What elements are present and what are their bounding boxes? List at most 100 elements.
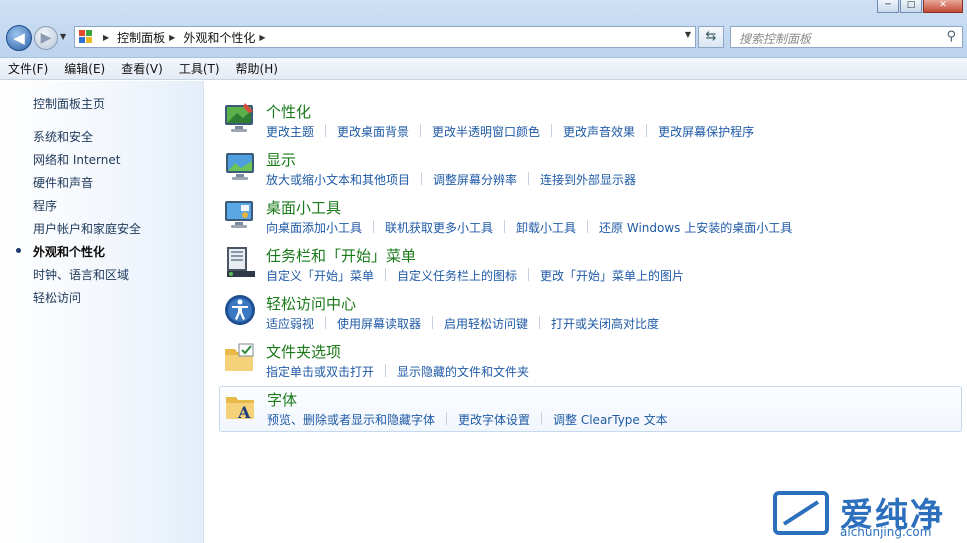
task-link[interactable]: 更改声音效果 xyxy=(563,123,635,140)
task-link[interactable]: 放大或缩小文本和其他项目 xyxy=(266,171,410,188)
sidebar-item-network[interactable]: 网络和 Internet xyxy=(33,151,141,174)
gadgets-icon[interactable] xyxy=(223,197,257,231)
link-divider xyxy=(528,172,530,185)
ease-of-access-icon[interactable] xyxy=(223,293,257,327)
breadcrumb-separator-icon: ▶ xyxy=(103,32,110,42)
address-dropdown-icon[interactable]: ▼ xyxy=(685,30,691,39)
breadcrumb-separator-icon[interactable]: ▶ xyxy=(259,33,265,42)
sidebar-item-clock-language[interactable]: 时钟、语言和区域 xyxy=(33,266,141,289)
category-title[interactable]: 显示 xyxy=(266,149,296,170)
window-controls: ─ □ ✕ xyxy=(876,0,963,13)
category-links: 预览、删除或者显示和隐藏字体 更改字体设置 调整 ClearType 文本 xyxy=(267,411,668,428)
task-link[interactable]: 更改桌面背景 xyxy=(337,123,409,140)
sidebar-item-user-accounts[interactable]: 用户帐户和家庭安全 xyxy=(33,220,141,243)
taskbar-icon[interactable] xyxy=(223,245,257,279)
menu-view[interactable]: 查看(V) xyxy=(121,60,163,77)
folder-options-icon[interactable] xyxy=(223,341,257,375)
category-gadgets: 桌面小工具 向桌面添加小工具 联机获取更多小工具 卸载小工具 还原 Window… xyxy=(219,195,962,241)
category-title[interactable]: 文件夹选项 xyxy=(266,341,341,362)
task-link[interactable]: 更改屏幕保护程序 xyxy=(658,123,754,140)
link-divider xyxy=(504,220,506,233)
menu-bar: 文件(F) 编辑(E) 查看(V) 工具(T) 帮助(H) xyxy=(0,58,967,80)
task-link[interactable]: 卸载小工具 xyxy=(516,219,576,236)
breadcrumb-appearance[interactable]: 外观和个性化 xyxy=(183,29,255,46)
task-link[interactable]: 预览、删除或者显示和隐藏字体 xyxy=(267,411,435,428)
watermark-url: aichunjing.com xyxy=(840,525,932,539)
category-title[interactable]: 字体 xyxy=(267,389,297,410)
link-divider xyxy=(446,412,448,425)
close-button[interactable]: ✕ xyxy=(923,0,963,13)
fonts-icon[interactable]: A xyxy=(224,389,258,423)
sidebar-item-ease-of-access[interactable]: 轻松访问 xyxy=(33,289,141,312)
forward-button[interactable]: ▶ xyxy=(34,26,58,50)
task-link[interactable]: 调整 ClearType 文本 xyxy=(553,411,668,428)
breadcrumb-separator-icon[interactable]: ▶ xyxy=(169,33,175,42)
task-link[interactable]: 更改「开始」菜单上的图片 xyxy=(540,267,684,284)
task-link[interactable]: 向桌面添加小工具 xyxy=(266,219,362,236)
title-address-bar: ─ □ ✕ ◀ ▶ ▼ ▶ 控制面板 ▶ 外观和个性化 ▶ ▼ ⇆ 搜索控制面板… xyxy=(0,0,967,58)
category-title[interactable]: 桌面小工具 xyxy=(266,197,341,218)
control-panel-icon xyxy=(79,30,95,44)
task-link[interactable]: 连接到外部显示器 xyxy=(540,171,636,188)
category-links: 更改主题 更改桌面背景 更改半透明窗口颜色 更改声音效果 更改屏幕保护程序 xyxy=(266,123,754,140)
menu-edit[interactable]: 编辑(E) xyxy=(64,60,105,77)
category-title[interactable]: 轻松访问中心 xyxy=(266,293,356,314)
task-link[interactable]: 自定义任务栏上的图标 xyxy=(397,267,517,284)
task-link[interactable]: 更改字体设置 xyxy=(458,411,530,428)
category-personalization: 个性化 更改主题 更改桌面背景 更改半透明窗口颜色 更改声音效果 更改屏幕保护程… xyxy=(219,99,962,145)
address-bar[interactable]: ▶ 控制面板 ▶ 外观和个性化 ▶ ▼ xyxy=(74,26,696,48)
task-link[interactable]: 更改主题 xyxy=(266,123,314,140)
category-ease-of-access: 轻松访问中心 适应弱视 使用屏幕读取器 启用轻松访问键 打开或关闭高对比度 xyxy=(219,291,962,337)
task-link[interactable]: 适应弱视 xyxy=(266,315,314,332)
task-link[interactable]: 更改半透明窗口颜色 xyxy=(432,123,540,140)
task-link[interactable]: 使用屏幕读取器 xyxy=(337,315,421,332)
watermark-logo-icon xyxy=(773,491,829,535)
link-divider xyxy=(528,268,530,281)
search-placeholder: 搜索控制面板 xyxy=(739,32,812,46)
menu-tools[interactable]: 工具(T) xyxy=(179,60,220,77)
link-divider xyxy=(325,124,327,137)
link-divider xyxy=(373,220,375,233)
link-divider xyxy=(432,316,434,329)
category-folder-options: 文件夹选项 指定单击或双击打开 显示隐藏的文件和文件夹 xyxy=(219,339,962,385)
category-display: 显示 放大或缩小文本和其他项目 调整屏幕分辨率 连接到外部显示器 xyxy=(219,147,962,193)
maximize-button[interactable]: □ xyxy=(900,0,922,13)
sidebar-category-list: 系统和安全 网络和 Internet 硬件和声音 程序 用户帐户和家庭安全 外观… xyxy=(16,128,141,312)
minimize-button[interactable]: ─ xyxy=(877,0,899,13)
category-links: 自定义「开始」菜单 自定义任务栏上的图标 更改「开始」菜单上的图片 xyxy=(266,267,684,284)
menu-file[interactable]: 文件(F) xyxy=(8,60,48,77)
task-link[interactable]: 指定单击或双击打开 xyxy=(266,363,374,380)
task-link[interactable]: 启用轻松访问键 xyxy=(444,315,528,332)
link-divider xyxy=(325,316,327,329)
search-input[interactable]: 搜索控制面板 ⚲ xyxy=(730,26,963,48)
category-links: 放大或缩小文本和其他项目 调整屏幕分辨率 连接到外部显示器 xyxy=(266,171,636,188)
back-button[interactable]: ◀ xyxy=(6,25,32,51)
sidebar-item-system-security[interactable]: 系统和安全 xyxy=(33,128,141,151)
task-link[interactable]: 调整屏幕分辨率 xyxy=(433,171,517,188)
link-divider xyxy=(541,412,543,425)
personalization-icon[interactable] xyxy=(223,101,257,135)
breadcrumb-control-panel[interactable]: 控制面板 xyxy=(117,29,165,46)
category-fonts[interactable]: A 字体 预览、删除或者显示和隐藏字体 更改字体设置 调整 ClearType … xyxy=(219,386,962,432)
sidebar-home-link[interactable]: 控制面板主页 xyxy=(33,95,105,112)
sidebar-item-hardware-sound[interactable]: 硬件和声音 xyxy=(33,174,141,197)
sidebar-item-programs[interactable]: 程序 xyxy=(33,197,141,220)
category-links: 向桌面添加小工具 联机获取更多小工具 卸载小工具 还原 Windows 上安装的… xyxy=(266,219,792,236)
task-link[interactable]: 自定义「开始」菜单 xyxy=(266,267,374,284)
recent-pages-dropdown[interactable]: ▼ xyxy=(60,32,66,41)
link-divider xyxy=(551,124,553,137)
sidebar-item-appearance[interactable]: 外观和个性化 xyxy=(16,243,141,266)
task-link[interactable]: 还原 Windows 上安装的桌面小工具 xyxy=(599,219,792,236)
refresh-button[interactable]: ⇆ xyxy=(698,26,724,48)
search-icon[interactable]: ⚲ xyxy=(946,29,956,44)
category-title[interactable]: 个性化 xyxy=(266,101,311,122)
menu-help[interactable]: 帮助(H) xyxy=(236,60,278,77)
task-link[interactable]: 联机获取更多小工具 xyxy=(385,219,493,236)
task-link[interactable]: 显示隐藏的文件和文件夹 xyxy=(397,363,529,380)
display-icon[interactable] xyxy=(223,149,257,183)
watermark: 爱纯净 aichunjing.com xyxy=(772,488,962,540)
category-title[interactable]: 任务栏和「开始」菜单 xyxy=(266,245,416,266)
task-link[interactable]: 打开或关闭高对比度 xyxy=(551,315,659,332)
link-divider xyxy=(421,172,423,185)
sidebar: 控制面板主页 系统和安全 网络和 Internet 硬件和声音 程序 用户帐户和… xyxy=(0,81,204,543)
